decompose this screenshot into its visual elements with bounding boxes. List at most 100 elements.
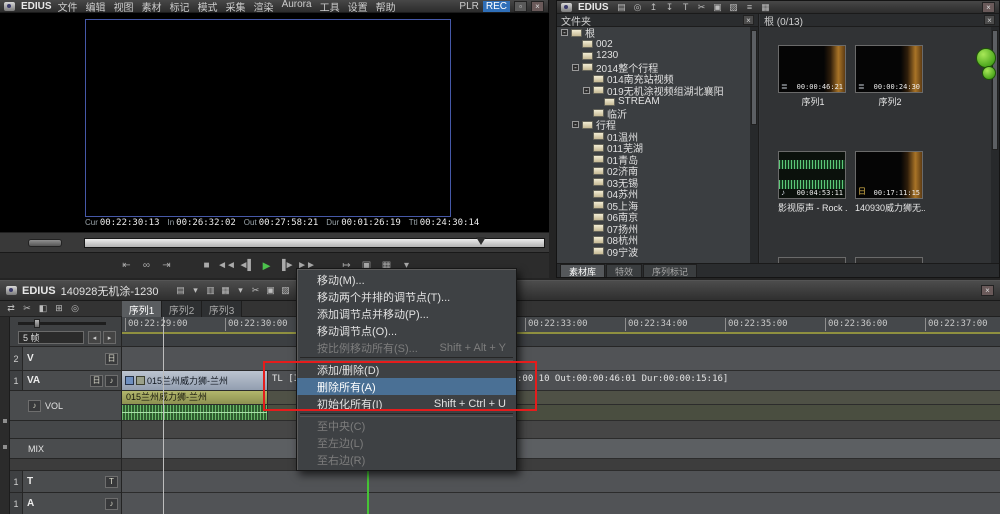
context-menu-item[interactable] — [297, 412, 516, 417]
expander-icon[interactable]: - — [561, 29, 568, 36]
close-button[interactable]: × — [981, 285, 994, 296]
track-lane-t[interactable] — [122, 471, 1000, 493]
trim-tool-icon[interactable]: ✂ — [20, 303, 34, 315]
sequence-tab[interactable]: 序列2 — [162, 301, 202, 317]
paste-icon[interactable]: ▨ — [278, 285, 292, 297]
preview-monitor[interactable]: Cur00:22:30:13 In00:26:32:02 Out00:27:58… — [0, 13, 549, 232]
zoom-in-button[interactable]: ▸ — [103, 331, 116, 344]
step-forward-button[interactable]: ▐► — [276, 257, 296, 275]
track-lane-waveform[interactable] — [122, 405, 1000, 421]
expander-icon[interactable]: - — [572, 64, 579, 71]
clip-thumbnail[interactable]: ≣ 00:00:24:30 — [855, 45, 923, 93]
close-icon[interactable]: × — [984, 15, 995, 25]
set-out-button[interactable]: ⇥ — [156, 257, 176, 275]
menubar-item[interactable]: 视图 — [114, 0, 134, 14]
menubar-item[interactable]: 编辑 — [86, 0, 106, 14]
marker-lane[interactable] — [122, 332, 1000, 347]
loop-button[interactable]: ∞ — [136, 257, 156, 275]
clip-thumbnail[interactable]: 日 00:17:11:15 — [855, 151, 923, 199]
context-menu-item[interactable]: 至左边(L) — [297, 434, 516, 451]
close-icon[interactable]: × — [743, 15, 754, 25]
search-icon[interactable]: ◎ — [631, 1, 645, 13]
folder-tree-item[interactable]: 02济南 — [557, 165, 750, 177]
thumbnail-view-icon[interactable]: ▦ — [759, 1, 773, 13]
move-down-icon[interactable]: ↧ — [663, 1, 677, 13]
set-in-button[interactable]: ⇤ — [116, 257, 136, 275]
folder-tree-item[interactable]: 临沂 — [557, 108, 750, 120]
expander-icon[interactable]: - — [583, 87, 590, 94]
timescale-slider[interactable] — [18, 322, 106, 325]
bin-tab[interactable]: 序列标记 — [643, 264, 697, 277]
timeline-tracks-area[interactable]: 00:22:29:0000:22:30:0000:22:31:0000:22:3… — [122, 317, 1000, 514]
context-menu-item[interactable]: 初始化所有(I) Shift + Ctrl + U — [297, 395, 516, 412]
speaker-icon[interactable]: ♪ — [28, 400, 41, 412]
track-header-vol[interactable]: ♪ VOL — [10, 391, 121, 421]
context-menu-item[interactable]: 删除所有(A) — [297, 378, 516, 395]
plr-label[interactable]: PLR — [459, 1, 478, 12]
context-menu-item[interactable] — [297, 356, 516, 361]
title-track-icon[interactable]: T — [105, 476, 118, 488]
scrollbar-thumb[interactable] — [751, 30, 757, 125]
影视原声 - Rock ...[interactable]: ♪ 00:04:53:11 影视原声 - Rock ... — [778, 151, 848, 214]
folder-tree-item[interactable]: 01温州 — [557, 131, 750, 143]
shuttle-handle[interactable] — [28, 239, 62, 247]
minimize-button[interactable]: ▫ — [514, 1, 527, 12]
folder-tree-item[interactable]: 08杭州 — [557, 234, 750, 246]
stop-button[interactable]: ■ — [196, 257, 216, 275]
track-lane-va[interactable]: 015兰州威力狮-兰州 TL [In: :00:10 Out:00:00:46:… — [122, 371, 1000, 391]
expander-icon[interactable]: - — [572, 121, 579, 128]
audio-waveform[interactable] — [122, 405, 268, 420]
close-button[interactable]: × — [982, 2, 995, 13]
context-menu-item[interactable]: 至右边(R) — [297, 451, 516, 468]
140930威力狮无...[interactable]: 日 00:17:11:15 140930威力狮无... — [855, 151, 925, 214]
folder-tree-item[interactable]: 03无锡 — [557, 177, 750, 189]
clip-thumbnail[interactable]: ♪ 00:04:53:11 — [778, 151, 846, 199]
timeline-clip-audio[interactable]: 015兰州威力狮-兰州 — [122, 391, 268, 404]
sequence-tab[interactable]: 序列3 — [202, 301, 242, 317]
context-menu-item[interactable]: 添加调节点并移动(P)... — [297, 305, 516, 322]
mark-tool-icon[interactable]: ◧ — [36, 303, 50, 315]
play-button[interactable]: ► — [256, 257, 276, 275]
source-patch-strip[interactable] — [0, 317, 10, 514]
move-up-icon[interactable]: ↥ — [647, 1, 661, 13]
menubar-item[interactable]: 渲染 — [254, 0, 274, 14]
new-sequence-icon[interactable]: ▤ — [173, 285, 187, 297]
text-icon[interactable]: T — [679, 1, 693, 13]
folder-tree-item[interactable]: 09宁波 — [557, 246, 750, 258]
paste-icon[interactable]: ▨ — [727, 1, 741, 13]
序列2[interactable]: ≣ 00:00:24:30 序列2 — [855, 45, 925, 108]
menubar-item[interactable]: 素材 — [142, 0, 162, 14]
序列1[interactable]: ≣ 00:00:46:21 序列1 — [778, 45, 848, 108]
step-back-button[interactable]: ◄▌ — [236, 257, 256, 275]
bin-tab[interactable]: 素材库 — [560, 264, 605, 277]
context-menu-item[interactable]: 添加/删除(D) — [297, 361, 516, 378]
close-button[interactable]: × — [531, 1, 544, 12]
folder-tree-item[interactable]: 05上海 — [557, 200, 750, 212]
zoom-out-button[interactable]: ◂ — [88, 331, 101, 344]
folder-tree-item[interactable]: 011芜湖 — [557, 142, 750, 154]
context-menu-item[interactable]: 移动(M)... — [297, 271, 516, 288]
add-track-icon[interactable]: ⊞ — [52, 303, 66, 315]
cut-icon[interactable]: ✂ — [248, 285, 262, 297]
sequence-tab[interactable]: 序列1 — [122, 301, 162, 317]
scrubber-bar[interactable] — [0, 232, 549, 252]
track-header-mix[interactable]: MIX — [10, 439, 121, 459]
video-mute-icon[interactable]: 日 — [105, 353, 118, 365]
tree-scrollbar[interactable] — [750, 27, 758, 263]
snap-icon[interactable]: ◎ — [68, 303, 82, 315]
track-lane-mix[interactable] — [122, 439, 1000, 459]
cut-icon[interactable]: ✂ — [695, 1, 709, 13]
select-tool-icon[interactable]: ⇄ — [4, 303, 18, 315]
track-lane-audio-name[interactable]: 015兰州威力狮-兰州 — [122, 391, 1000, 405]
timescale-value[interactable]: 5 帧 — [18, 331, 84, 344]
video-mute-icon[interactable]: 日 — [90, 375, 103, 387]
scrubber-position-marker[interactable] — [476, 237, 486, 250]
copy-icon[interactable]: ▣ — [263, 285, 277, 297]
rec-toggle[interactable]: REC — [483, 1, 510, 12]
folder-icon[interactable]: ▤ — [615, 1, 629, 13]
clip-thumbnail[interactable]: ≣ 00:00:46:21 — [778, 45, 846, 93]
menubar-item[interactable]: 设置 — [348, 0, 368, 14]
track-header-v[interactable]: 2 V 日 — [10, 347, 121, 371]
folder-tree-item[interactable]: 002 — [557, 39, 750, 51]
menubar-item[interactable]: 模式 — [198, 0, 218, 14]
